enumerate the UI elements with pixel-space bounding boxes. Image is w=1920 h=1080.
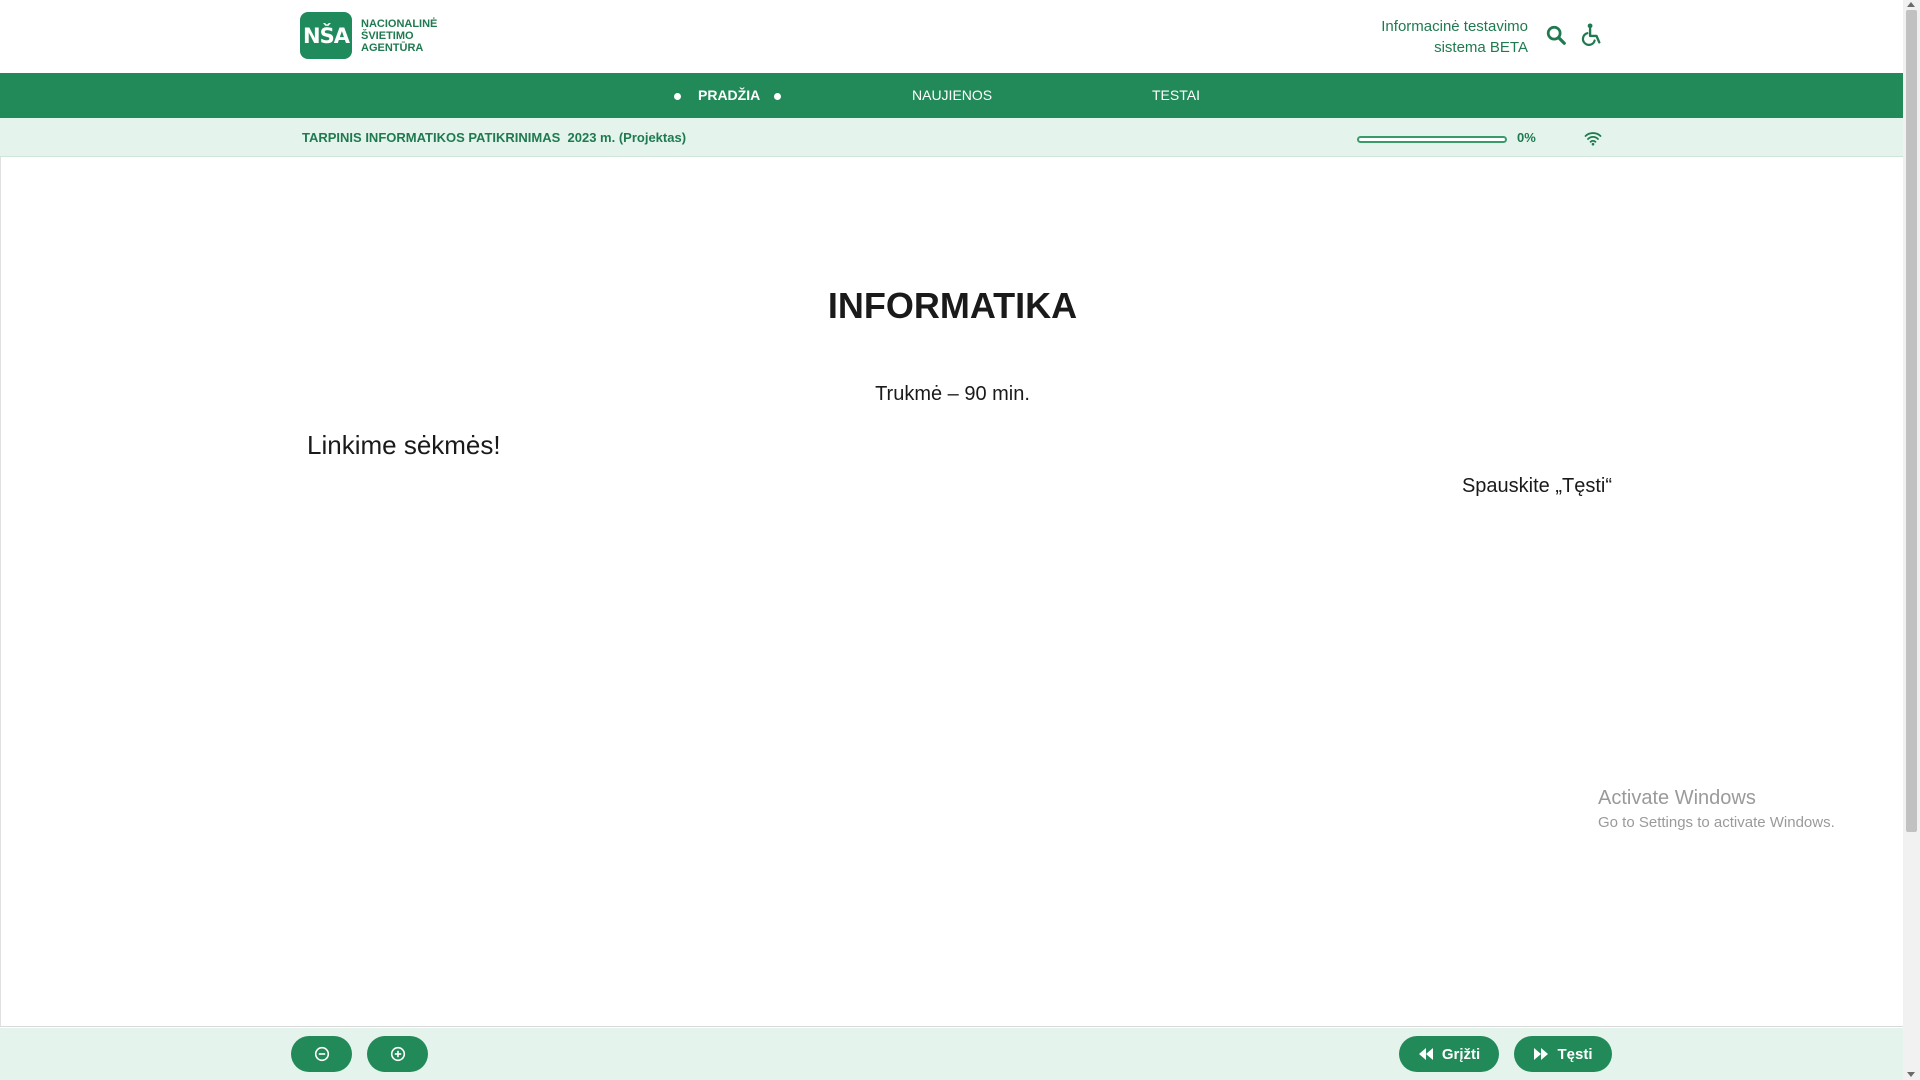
logo-text-line-3: AGENTŪRA [361, 41, 424, 54]
exam-title: TARPINIS INFORMATIKOS PATIKRINIMAS 2023 … [302, 130, 687, 145]
logo-text: NACIONALINĖ ŠVIETIMO AGENTŪRA [361, 18, 461, 54]
progress-bar [1357, 136, 1507, 143]
exam-info-bar: TARPINIS INFORMATIKOS PATIKRINIMAS 2023 … [0, 118, 1903, 157]
wifi-icon [1584, 130, 1602, 151]
watermark-title: Activate Windows [1598, 787, 1756, 809]
scroll-down-icon[interactable] [1907, 1072, 1915, 1077]
progress-percent: 0% [1517, 130, 1536, 145]
logo-badge: NŠA [300, 12, 352, 59]
footer-bar: Grįžti Tęsti [0, 1028, 1903, 1080]
zoom-out-button[interactable] [291, 1036, 352, 1072]
back-button-label: Grįžti [1441, 1045, 1481, 1063]
activate-windows-watermark: Activate Windows Go to Settings to activ… [1598, 787, 1835, 831]
zoom-in-icon [390, 1046, 405, 1062]
main-nav: PRADŽIA NAUJIENOS TESTAI [0, 73, 1903, 118]
next-button-label: Tęsti [1557, 1045, 1593, 1063]
header: NŠA NACIONALINĖ ŠVIETIMO AGENTŪRA Inform… [0, 0, 1903, 73]
nav-item-naujienos[interactable]: NAUJIENOS [912, 73, 992, 118]
accessibility-icon[interactable] [1578, 22, 1604, 48]
nav-item-testai[interactable]: TESTAI [1152, 73, 1200, 118]
zoom-in-button[interactable] [367, 1036, 428, 1072]
vertical-scrollbar[interactable] [1903, 0, 1920, 1080]
instruction-text: Spauskite „Tęsti“ [1461, 475, 1612, 497]
back-button[interactable]: Grįžti [1399, 1036, 1499, 1072]
system-title-line-1: Informacinė testavimo [1381, 18, 1528, 35]
logo[interactable]: NŠA NACIONALINĖ ŠVIETIMO AGENTŪRA [300, 12, 461, 59]
watermark-subtitle: Go to Settings to activate Windows. [1598, 814, 1835, 831]
nav-item-pradzia[interactable]: PRADŽIA [698, 73, 760, 118]
next-button[interactable]: Tęsti [1514, 1036, 1612, 1072]
logo-text-line-2: ŠVIETIMO [361, 29, 414, 42]
nav-active-dot-left [674, 93, 681, 100]
nav-active-dot-right [774, 93, 781, 100]
test-content: INFORMATIKA Trukmė – 90 min. Linkime sėk… [0, 157, 1903, 1027]
logo-text-line-1: NACIONALINĖ [361, 17, 438, 30]
duration-text: Trukmė – 90 min. [875, 383, 1030, 405]
search-icon[interactable] [1543, 22, 1569, 48]
scroll-thumb[interactable] [1906, 10, 1917, 832]
good-luck-text: Linkime sėkmės! [307, 430, 501, 460]
system-title: Informacinė testavimo sistema BETA [1308, 16, 1528, 58]
system-title-line-2: sistema BETA [1434, 39, 1528, 56]
zoom-out-icon [314, 1046, 329, 1062]
scroll-up-icon[interactable] [1907, 2, 1915, 7]
page: NŠA NACIONALINĖ ŠVIETIMO AGENTŪRA Inform… [0, 0, 1920, 1080]
double-left-arrow-icon [1418, 1048, 1433, 1060]
double-right-arrow-icon [1534, 1048, 1549, 1060]
subject-title: INFORMATIKA [827, 285, 1078, 326]
